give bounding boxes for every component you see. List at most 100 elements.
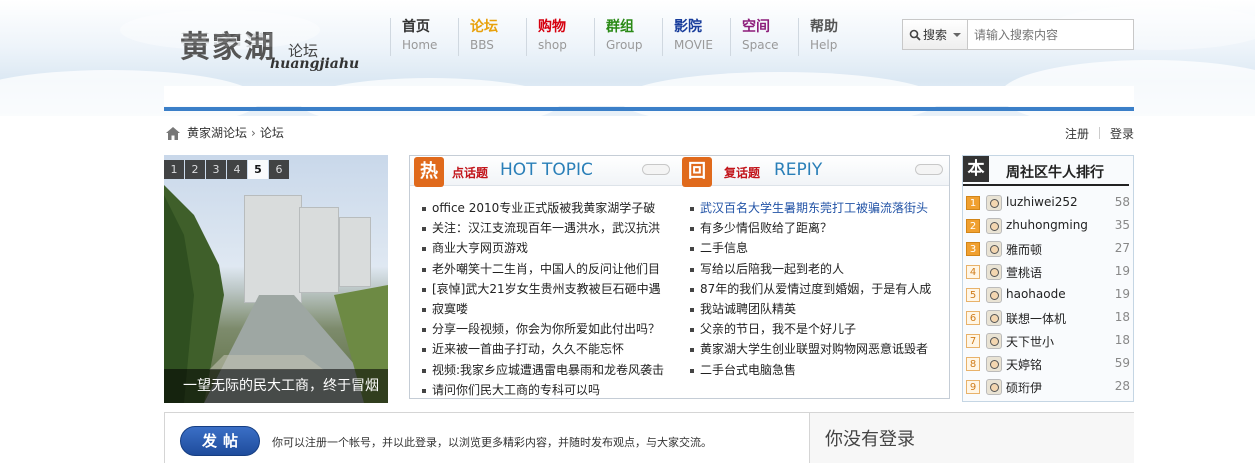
login-status-text: 你没有登录	[825, 429, 915, 450]
home-icon[interactable]	[165, 125, 181, 141]
nav-item-help[interactable]: 帮助 Help	[798, 18, 866, 56]
rank-score: 27	[1114, 241, 1130, 255]
topic-link[interactable]: 写给以后陪我一起到老的人	[700, 262, 844, 276]
list-item: [哀悼]武大21岁女生贵州支教被巨石砸中遇	[420, 279, 680, 299]
reply-more-icon[interactable]	[915, 164, 943, 175]
topic-link[interactable]: 87年的我们从爱情过度到婚姻，于是有人成	[700, 282, 931, 296]
rank-username[interactable]: zhuhongming	[1006, 218, 1088, 232]
rank-username[interactable]: 天下世小	[1006, 333, 1054, 350]
rank-number: 9	[966, 380, 980, 394]
topic-link[interactable]: 二手台式电脑急售	[700, 363, 796, 377]
topic-link[interactable]: 请问你们民大工商的专科可以吗	[432, 383, 600, 397]
nav-sublabel: MOVIE	[674, 38, 713, 52]
site-logo[interactable]: 黄家湖 黄家湖 论坛 huangjiahu	[180, 22, 359, 82]
rank-username[interactable]: 萱桃语	[1006, 264, 1042, 281]
ranking-list: 1 luzhiwei252 58 2 zhuhongming 35 3 雅而顿 27 4 萱桃语 19…	[963, 192, 1133, 399]
topic-link[interactable]: 分享一段视频，你会为你所爱如此付出吗？	[432, 322, 660, 336]
rank-number: 2	[966, 219, 980, 233]
weekly-ranking-panel: 本 周社区牛人排行 1 luzhiwei252 58 2 zhuhongming 35 3 雅…	[962, 155, 1134, 402]
avatar[interactable]	[986, 310, 1002, 326]
rank-username[interactable]: 联想一体机	[1006, 310, 1066, 327]
avatar-face-icon	[990, 199, 999, 208]
rank-score: 59	[1114, 356, 1130, 370]
slide-scene	[164, 185, 388, 403]
topic-link[interactable]: 有多少情侣败给了距离？	[700, 221, 832, 235]
breadcrumb-current: 论坛	[259, 126, 284, 140]
search-icon	[909, 29, 921, 41]
slideshow-page-4[interactable]: 4	[227, 160, 247, 179]
topic-link[interactable]: office 2010专业正式版被我黄家湖学子破	[432, 201, 655, 215]
divider	[1098, 127, 1100, 139]
header-divider	[164, 107, 1134, 111]
avatar[interactable]	[986, 333, 1002, 349]
ranking-row: 2 zhuhongming 35	[963, 215, 1133, 238]
rank-number: 7	[966, 334, 980, 348]
topic-link[interactable]: 寂寞喽	[432, 302, 468, 316]
nav-item-home[interactable]: 首页 Home	[390, 18, 458, 56]
nav-item-movie[interactable]: 影院 MOVIE	[662, 18, 730, 56]
avatar[interactable]	[986, 264, 1002, 280]
topic-link[interactable]: 父亲的节日，我不是个好儿子	[700, 322, 856, 336]
nav-item-space[interactable]: 空间 Space	[730, 18, 798, 56]
hot-title-en: HOT TOPIC	[500, 160, 593, 180]
slideshow-page-1[interactable]: 1	[164, 160, 184, 179]
avatar[interactable]	[986, 379, 1002, 395]
nav-label: 群组	[606, 19, 634, 35]
slideshow-page-6[interactable]: 6	[269, 160, 289, 179]
avatar[interactable]	[986, 356, 1002, 372]
rank-score: 35	[1114, 218, 1130, 232]
register-tip: 你可以注册一个帐号，并以此登录，以浏览更多精彩内容，并随时发布观点，与大家交流。	[272, 436, 712, 449]
topic-link[interactable]: 老外嘲笑十二生肖，中国人的反问让他们目	[432, 262, 660, 276]
ranking-row: 3 雅而顿 27	[963, 238, 1133, 261]
logo-reflection: 黄家湖	[180, 30, 276, 49]
ranking-row: 6 联想一体机 18	[963, 307, 1133, 330]
slideshow-page-3[interactable]: 3	[206, 160, 226, 179]
search-input[interactable]	[968, 20, 1128, 49]
rank-username[interactable]: luzhiwei252	[1006, 195, 1078, 209]
image-slideshow[interactable]: 123456 一望无际的民大工商，终于冒烟	[164, 155, 388, 403]
topic-link[interactable]: 我站诚聘团队精英	[700, 302, 796, 316]
avatar[interactable]	[986, 287, 1002, 303]
nav-label: 论坛	[470, 19, 498, 35]
topic-link[interactable]: 黄家湖大学生创业联盟对购物网恶意诋毁者	[700, 342, 928, 356]
slideshow-caption[interactable]: 一望无际的民大工商，终于冒烟	[164, 369, 388, 403]
avatar[interactable]	[986, 195, 1002, 211]
topic-link[interactable]: 视频:我家乡应城遭遇雷电暴雨和龙卷风袭击	[432, 363, 664, 377]
slideshow-page-5[interactable]: 5	[248, 160, 268, 179]
rank-username[interactable]: 雅而顿	[1006, 241, 1042, 258]
topic-link[interactable]: 武汉百名大学生暑期东莞打工被骗流落街头	[700, 201, 928, 215]
topic-link[interactable]: 近来被一首曲子打动，久久不能忘怀	[432, 342, 624, 356]
rank-username[interactable]: 天婷铭	[1006, 356, 1042, 373]
list-item: 商业大亨网页游戏	[420, 238, 680, 258]
rank-score: 18	[1114, 310, 1130, 324]
new-post-button[interactable]: 发帖	[180, 426, 260, 456]
avatar[interactable]	[986, 218, 1002, 234]
topic-link[interactable]: [哀悼]武大21岁女生贵州支教被巨石砸中遇	[432, 282, 661, 296]
hot-more-icon[interactable]	[642, 164, 670, 175]
hot-title-cn: 点话题	[452, 166, 489, 180]
nav-item-shop[interactable]: 购物 shop	[526, 18, 594, 56]
rank-username[interactable]: 硕珩伊	[1006, 379, 1042, 396]
breadcrumb: 黄家湖论坛 › 论坛	[165, 124, 284, 141]
slideshow-page-2[interactable]: 2	[185, 160, 205, 179]
login-link[interactable]: 登录	[1110, 125, 1134, 142]
register-link[interactable]: 注册	[1065, 125, 1089, 142]
rank-number: 6	[966, 311, 980, 325]
rank-number: 4	[966, 265, 980, 279]
ranking-row: 5 haohaode 19	[963, 284, 1133, 307]
header-band	[164, 86, 1134, 106]
nav-item-bbs[interactable]: 论坛 BBS	[458, 18, 526, 56]
topic-link[interactable]: 商业大亨网页游戏	[432, 241, 528, 255]
list-item: 老外嘲笑十二生肖，中国人的反问让他们目	[420, 259, 680, 279]
topics-header: 热 点话题 HOT TOPIC 回 复话题 REPIY	[410, 156, 949, 187]
topic-link[interactable]: 二手信息	[700, 241, 748, 255]
ranking-row: 1 luzhiwei252 58	[963, 192, 1133, 215]
nav-sublabel: Space	[742, 38, 779, 52]
search-type-dropdown[interactable]: 搜索	[903, 20, 968, 49]
topic-link[interactable]: 关注：汉江支流现百年一遇洪水，武汉抗洪	[432, 221, 660, 235]
avatar[interactable]	[986, 241, 1002, 257]
nav-item-group[interactable]: 群组 Group	[594, 18, 662, 56]
rank-score: 58	[1114, 195, 1130, 209]
rank-username[interactable]: haohaode	[1006, 287, 1066, 301]
breadcrumb-home-link[interactable]: 黄家湖论坛	[187, 124, 247, 141]
